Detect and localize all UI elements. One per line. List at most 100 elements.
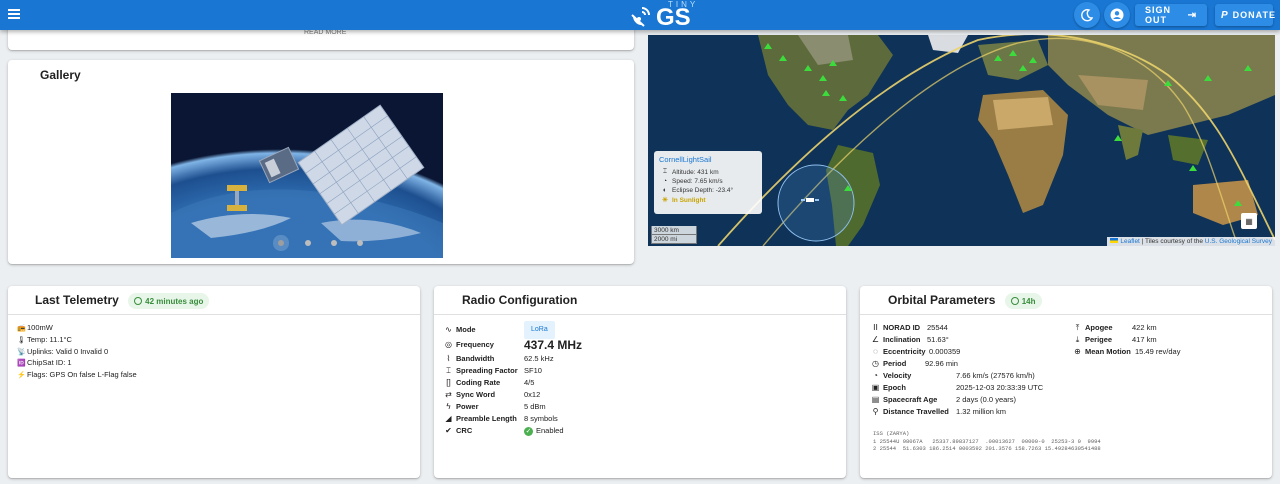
mean-motion-value: 15.49 rev/day <box>1135 347 1181 356</box>
orbit-icon: ⊕ <box>1074 347 1081 356</box>
world-map-tiles <box>648 35 1275 246</box>
divider <box>8 314 420 315</box>
telemetry-age-chip: 42 minutes ago <box>128 293 210 309</box>
radio-config-card: Radio Configuration ∿ Mode LoRa ◎ Frequency… <box>434 286 846 478</box>
clock-icon <box>1010 297 1019 305</box>
power-icon: ϟ <box>446 402 451 411</box>
tinygs-logo[interactable]: TINY GS <box>630 0 698 30</box>
bandwidth-value: 62.5 kHz <box>524 354 554 363</box>
telemetry-header: Last Telemetry 42 minutes ago <box>35 293 210 309</box>
layers-button[interactable]: ▦ <box>1241 213 1257 229</box>
gallery-title: Gallery <box>40 68 81 82</box>
coding-rate-value: 4/5 <box>524 378 535 387</box>
orbital-params-card: Orbital Parameters 14h ⅠⅠ NORAD ID 25544 ∠… <box>860 286 1272 478</box>
power-label: Power <box>456 402 479 411</box>
arrow-up-icon: ⤒ <box>1075 323 1080 332</box>
leaflet-link[interactable]: Leaflet <box>1120 238 1140 245</box>
distance-label: Distance Travelled <box>883 407 949 416</box>
menu-icon[interactable] <box>8 7 22 21</box>
map-attribution: Leaflet | Tiles courtesy of the U.S. Geo… <box>1107 237 1275 246</box>
spreading-factor-value: SF10 <box>524 366 542 375</box>
tle-line-0: ISS (ZARYA) <box>873 430 910 437</box>
mode-label: Mode <box>456 325 476 334</box>
satellite-map[interactable]: CornellLightSail ⌶ Altitude: 431 km ◔ Spee… <box>648 35 1275 246</box>
speed-icon: ◔ <box>662 178 668 185</box>
spreading-icon: ⌶ <box>446 366 451 375</box>
tle-line-1: 1 25544U 98067A 25337.89837127 .00013627… <box>873 437 1101 445</box>
eccentricity-label: Eccentricity <box>883 347 926 356</box>
power-value: 5 dBm <box>524 402 546 411</box>
telemetry-card: Last Telemetry 42 minutes ago 📻100mW 🌡Tem… <box>8 286 420 478</box>
orbital-age: 14h <box>1021 296 1036 306</box>
sync-word-value: 0x12 <box>524 390 541 399</box>
satellite-dish-logo-icon <box>631 7 650 27</box>
slide-dot-1[interactable] <box>278 240 284 246</box>
slide-dot-2[interactable] <box>305 240 311 246</box>
orbital-title: Orbital Parameters <box>888 293 996 308</box>
ukraine-flag-icon <box>1110 238 1119 243</box>
telemetry-title: Last Telemetry <box>35 293 119 308</box>
telemetry-row-text: 100mW <box>27 323 53 332</box>
inclination-value: 51.63° <box>927 335 949 344</box>
logo-gs-text: GS <box>656 3 691 31</box>
clock-icon <box>134 297 143 305</box>
gallery-card: Gallery <box>8 60 634 264</box>
layers-icon: ▦ <box>1245 216 1253 226</box>
velocity-value: 7.66 km/s (27576 km/h) <box>956 371 1035 380</box>
calendar-clock-icon: ▤ <box>871 395 880 404</box>
frequency-label: Frequency <box>456 340 494 349</box>
wave-icon: ∿ <box>445 325 452 334</box>
slide-dot-4[interactable] <box>357 240 363 246</box>
telemetry-row-text: Uplinks: Valid 0 Invalid 0 <box>27 346 109 356</box>
attribution-text: | Tiles courtesy of the <box>1139 238 1205 245</box>
divider <box>860 314 1272 315</box>
lightning-icon: ⚡ <box>17 372 26 380</box>
map-marker-distance-icon: ⚲ <box>872 407 879 416</box>
telemetry-age: 42 minutes ago <box>145 296 204 306</box>
popup-satellite-name[interactable]: CornellLightSail <box>659 155 757 164</box>
velocity-label: Velocity <box>883 371 912 380</box>
bandwidth-label: Bandwidth <box>456 354 495 363</box>
period-label: Period <box>883 359 907 368</box>
norad-value: 25544 <box>927 323 948 332</box>
sign-out-button[interactable]: SIGN OUT ⇥ <box>1135 4 1207 26</box>
orbital-header: Orbital Parameters 14h <box>888 293 1042 309</box>
telemetry-row: ⚡Flags: GPS On false L-Flag false <box>17 370 137 382</box>
account-button[interactable] <box>1104 2 1130 28</box>
orbital-age-chip: 14h <box>1004 293 1042 309</box>
satellite-popup: CornellLightSail ⌶ Altitude: 431 km ◔ Spee… <box>654 151 762 214</box>
epoch-label: Epoch <box>883 383 906 392</box>
donate-button[interactable]: P DONATE <box>1215 4 1275 26</box>
speedometer-icon: ◔ <box>873 371 878 380</box>
sun-icon: ☀ <box>661 197 669 204</box>
read-more-link[interactable]: READ MORE <box>304 29 346 36</box>
thermometer-icon: 🌡 <box>17 336 26 344</box>
spacecraft-age-value: 2 days (0.0 years) <box>956 395 1017 404</box>
inclination-label: Inclination <box>883 335 921 344</box>
brackets-icon: [] <box>446 378 451 387</box>
perigee-label: Perigee <box>1085 335 1113 344</box>
app-bar: TINY GS SIGN OUT ⇥ P DONATE <box>0 0 1280 30</box>
crc-value: Enabled <box>536 426 564 435</box>
telemetry-row-text: Temp: 11.1°C <box>27 334 72 344</box>
eclipse-icon: ◐ <box>662 187 668 194</box>
moon-icon <box>1081 9 1094 22</box>
sync-word-label: Sync Word <box>456 390 496 399</box>
sign-out-label: SIGN OUT <box>1145 5 1172 25</box>
telemetry-row: 🌡Temp: 11.1°C <box>17 335 137 347</box>
orbital-right-list: ⤒ Apogee 422 km ⤓ Perigee 417 km ⊕ Mean Motio… <box>1072 322 1180 358</box>
bandwidth-icon: ⌇ <box>446 354 451 363</box>
paypal-icon: P <box>1221 9 1229 21</box>
theme-toggle-button[interactable] <box>1074 2 1100 28</box>
arrow-down-icon: ⤓ <box>1075 335 1080 344</box>
scale-mi: 2000 mi <box>651 235 697 244</box>
slide-dot-3[interactable] <box>331 240 337 246</box>
spreading-factor-label: Spreading Factor <box>456 366 518 375</box>
altitude-icon: ⌶ <box>662 168 668 175</box>
gallery-image[interactable] <box>171 93 443 258</box>
preamble-label: Preamble Length <box>456 414 517 423</box>
usgs-link[interactable]: U.S. Geological Survey <box>1205 238 1272 245</box>
popup-altitude: Altitude: 431 km <box>672 168 719 176</box>
frequency-icon: ◎ <box>445 340 452 349</box>
popup-sunlight: In Sunlight <box>672 196 706 204</box>
